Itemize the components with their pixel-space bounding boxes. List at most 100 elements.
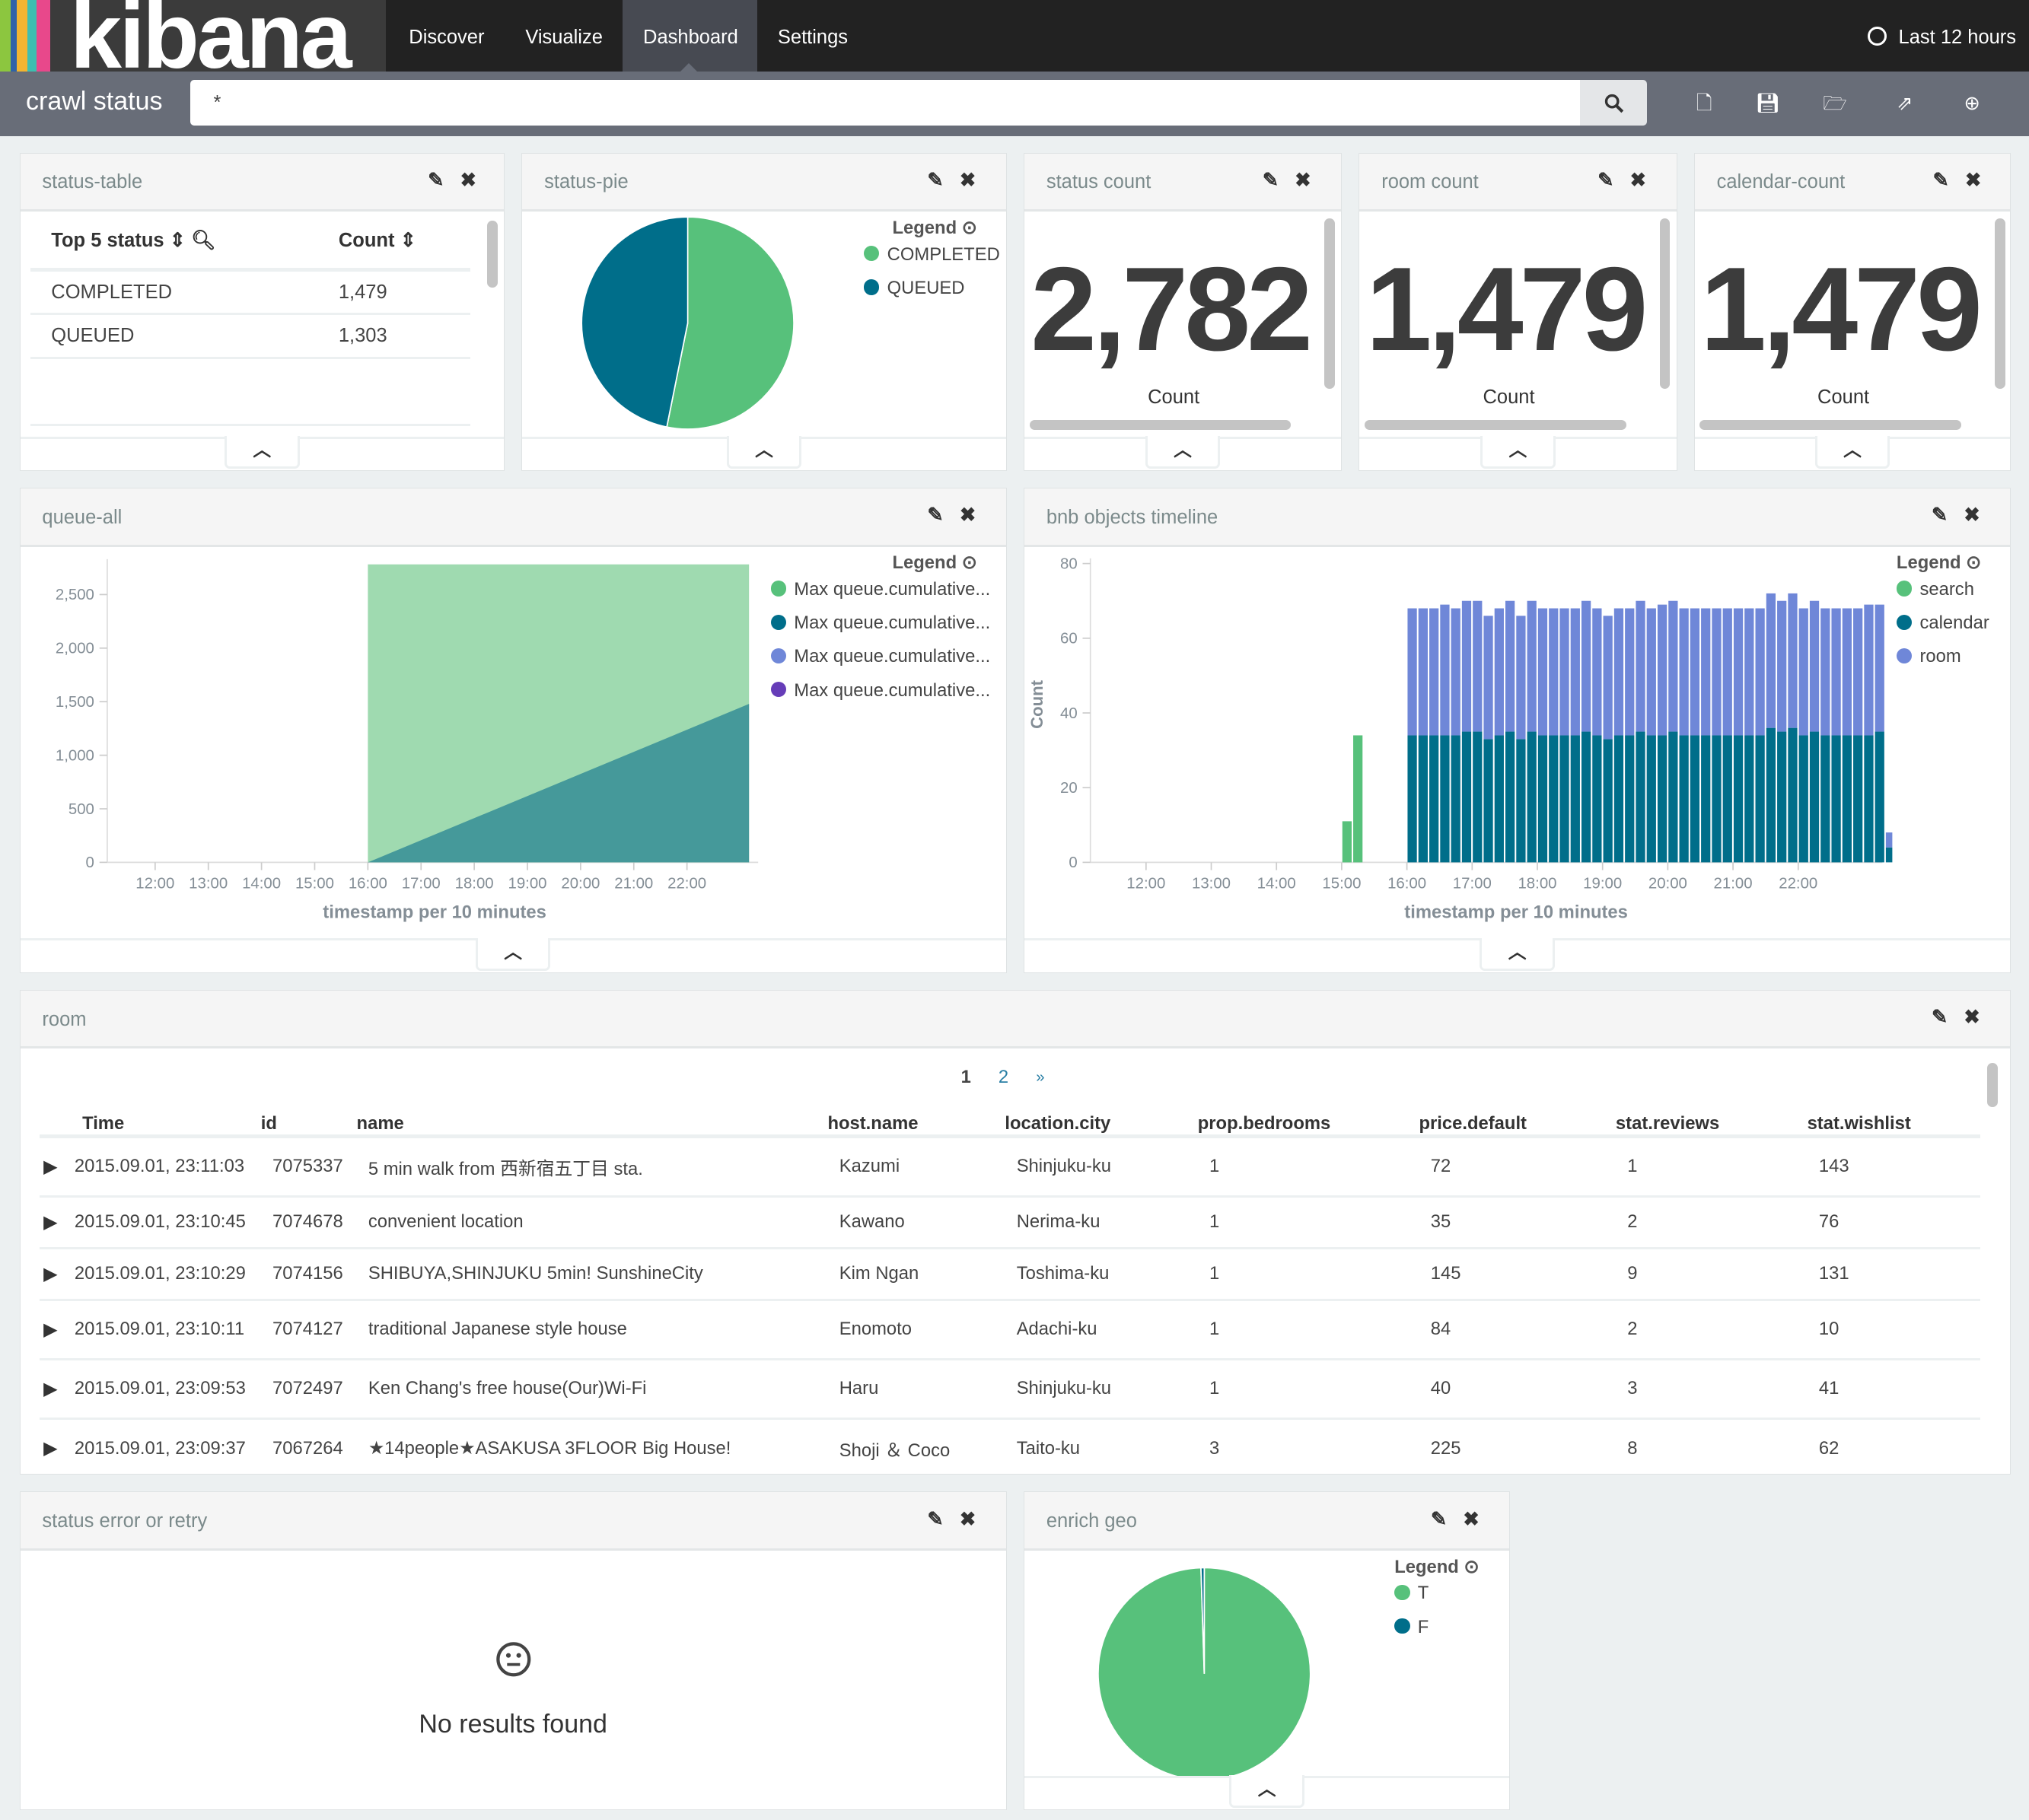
page-2[interactable]: 2	[999, 1067, 1008, 1088]
edit-pencil-icon[interactable]: ✎	[1263, 169, 1279, 192]
column-header-time[interactable]: Time	[62, 1108, 261, 1139]
kibana-logo[interactable]: kibana	[0, 0, 386, 72]
bar-calendar-1730	[1505, 731, 1515, 863]
expand-caret-icon[interactable]: ▶	[40, 1418, 63, 1475]
next-page[interactable]: »	[1036, 1069, 1044, 1087]
legend-item[interactable]: COMPLETED	[864, 244, 1000, 266]
legend-item[interactable]: Max queue.cumulative...	[770, 579, 990, 600]
cell-stat-reviews: 8	[1615, 1418, 1808, 1475]
edit-pencil-icon[interactable]: ✎	[1932, 1006, 1948, 1029]
legend-item[interactable]: calendar	[1896, 612, 1989, 634]
edit-pencil-icon[interactable]: ✎	[927, 1508, 943, 1531]
legend-item[interactable]: search	[1896, 579, 1974, 600]
legend-item[interactable]: Max queue.cumulative...	[770, 646, 990, 667]
share-icon[interactable]: ⇗	[1888, 87, 1922, 120]
legend-toggle[interactable]: Legend ⊙	[893, 552, 977, 574]
collapse-chevron-up-icon[interactable]: ︿	[475, 938, 551, 971]
edit-pencil-icon[interactable]: ✎	[1431, 1508, 1447, 1531]
bar-calendar-2020	[1690, 735, 1699, 863]
nav-dashboard[interactable]: Dashboard	[622, 0, 757, 72]
time-picker[interactable]: Last 12 hours	[1867, 0, 2016, 72]
bar-calendar-1840	[1581, 731, 1591, 863]
legend-item[interactable]: F	[1394, 1617, 1429, 1638]
nav-discover[interactable]: Discover	[388, 0, 505, 72]
expand-caret-icon[interactable]: ▶	[40, 1136, 63, 1198]
x-tick-label: 17:00	[401, 875, 440, 892]
collapse-chevron-up-icon[interactable]: ︿	[726, 436, 802, 469]
nav-settings[interactable]: Settings	[757, 0, 869, 72]
collapse-chevron-up-icon[interactable]: ︿	[1145, 436, 1221, 469]
table-row[interactable]: ▶ 2015.09.01, 23:10:11 7074127 traditional …	[40, 1300, 1981, 1360]
cell-prop-bedrooms: 1	[1197, 1248, 1419, 1301]
column-header-host-name[interactable]: host.name	[827, 1108, 1005, 1139]
column-header-status[interactable]: Top 5 status ⇕ 🔍︎	[30, 212, 318, 272]
expand-caret-icon[interactable]: ▶	[40, 1359, 63, 1420]
column-header-stat-reviews[interactable]: stat.reviews	[1615, 1108, 1808, 1139]
query-input[interactable]	[190, 80, 1581, 126]
collapse-chevron-up-icon[interactable]: ︿	[1814, 436, 1890, 469]
column-header-stat-wishlist[interactable]: stat.wishlist	[1807, 1108, 1981, 1139]
collapse-chevron-up-icon[interactable]: ︿	[1229, 1775, 1304, 1808]
close-icon[interactable]: ✖	[1964, 1006, 1980, 1029]
bar-room-2110	[1744, 608, 1754, 736]
column-header-price-default[interactable]: price.default	[1419, 1108, 1616, 1139]
save-icon[interactable]: 💾︎	[1751, 87, 1785, 120]
add-panel-icon[interactable]: ⊕	[1955, 87, 1989, 120]
close-icon[interactable]: ✖	[960, 1508, 976, 1531]
expand-caret-icon[interactable]: ▶	[40, 1196, 63, 1249]
close-icon[interactable]: ✖	[460, 169, 476, 192]
vertical-scrollbar[interactable]	[1986, 1062, 1998, 1107]
column-header-prop-bedrooms[interactable]: prop.bedrooms	[1197, 1108, 1419, 1139]
new-dashboard-icon[interactable]: 🗋	[1687, 87, 1721, 120]
legend-item[interactable]: QUEUED	[864, 278, 964, 299]
column-header-count[interactable]: Count ⇕	[317, 212, 471, 272]
edit-pencil-icon[interactable]: ✎	[927, 169, 943, 192]
table-row[interactable]: ▶ 2015.09.01, 23:10:45 7074678 convenient l…	[40, 1196, 1981, 1249]
close-icon[interactable]: ✖	[1630, 169, 1646, 192]
vertical-scrollbar[interactable]	[1995, 218, 2005, 390]
bnb-timeline-chart: 0 20 40 60 80 12:00 13:00 14:00 15:00 16:00 17:00 1…	[1027, 555, 1893, 922]
close-icon[interactable]: ✖	[1295, 169, 1311, 192]
nav-visualize[interactable]: Visualize	[505, 0, 623, 72]
column-header-name[interactable]: name	[356, 1108, 828, 1139]
vertical-scrollbar[interactable]	[1659, 218, 1671, 390]
close-icon[interactable]: ✖	[960, 169, 976, 192]
bar-calendar-2310	[1875, 731, 1884, 863]
panel-room-count: room count ✎ ✖ 1,479 Count ︿	[1359, 152, 1677, 471]
collapse-chevron-up-icon[interactable]: ︿	[1480, 436, 1556, 469]
edit-pencil-icon[interactable]: ✎	[1933, 169, 1949, 192]
expand-caret-icon[interactable]: ▶	[40, 1300, 63, 1360]
horizontal-scrollbar[interactable]	[1365, 419, 1626, 431]
legend-item[interactable]: Max queue.cumulative...	[770, 680, 990, 702]
legend-item[interactable]: T	[1394, 1583, 1429, 1604]
legend-toggle[interactable]: Legend ⊙	[1394, 1556, 1479, 1578]
column-header-id[interactable]: id	[260, 1108, 357, 1139]
horizontal-scrollbar[interactable]	[1699, 419, 1961, 431]
cell-id: 7074156	[260, 1248, 357, 1301]
search-icon[interactable]: 🔍︎	[191, 230, 215, 251]
table-row[interactable]: ▶ 2015.09.01, 23:09:37 7067264 ★14people★AS…	[40, 1418, 1981, 1475]
legend-item[interactable]: Max queue.cumulative...	[770, 612, 990, 634]
open-icon[interactable]: 🗁	[1818, 87, 1852, 120]
expand-caret-icon[interactable]: ▶	[40, 1248, 63, 1301]
column-header-location-city[interactable]: location.city	[1005, 1108, 1198, 1139]
collapse-chevron-up-icon[interactable]: ︿	[1480, 938, 1555, 971]
search-button[interactable]	[1580, 80, 1648, 126]
vertical-scrollbar[interactable]	[487, 221, 498, 288]
legend-toggle[interactable]: Legend ⊙	[893, 217, 977, 239]
collapse-chevron-up-icon[interactable]: ︿	[225, 436, 300, 469]
horizontal-scrollbar[interactable]	[1029, 419, 1292, 431]
close-icon[interactable]: ✖	[1463, 1508, 1479, 1531]
legend-toggle[interactable]: Legend ⊙	[1897, 552, 1981, 574]
legend-item[interactable]: room	[1896, 646, 1961, 667]
close-icon[interactable]: ✖	[1965, 169, 1981, 192]
table-row[interactable]: ▶ 2015.09.01, 23:11:03 7075337 5 min walk f…	[40, 1136, 1981, 1198]
edit-pencil-icon[interactable]: ✎	[1597, 169, 1613, 192]
page-1[interactable]: 1	[961, 1067, 971, 1088]
cell-price-default: 225	[1419, 1418, 1616, 1475]
edit-pencil-icon[interactable]: ✎	[428, 169, 444, 192]
vertical-scrollbar[interactable]	[1324, 218, 1335, 390]
queue-all-chart: 0 500 1,000 1,500 2,000 2,500 12:00 13:00 14:00 1…	[55, 558, 758, 922]
table-row[interactable]: ▶ 2015.09.01, 23:10:29 7074156 SHIBUYA,SHIN…	[40, 1248, 1981, 1301]
table-row[interactable]: ▶ 2015.09.01, 23:09:53 7072497 Ken Chang's …	[40, 1359, 1981, 1420]
